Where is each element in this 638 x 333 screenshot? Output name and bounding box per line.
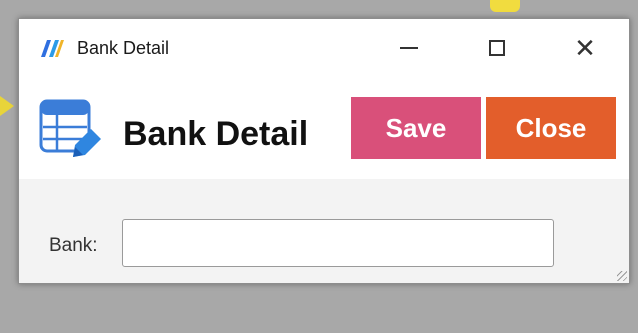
background-arrow — [0, 96, 14, 116]
background-shape — [490, 0, 520, 12]
bank-detail-window: Bank Detail ✕ Bank Detail Save Close Ban… — [18, 18, 630, 284]
header-bar: Bank Detail Save Close — [19, 77, 629, 179]
title-bar[interactable]: Bank Detail ✕ — [19, 19, 629, 77]
minimize-button[interactable] — [389, 31, 429, 65]
resize-grip[interactable] — [617, 271, 627, 281]
table-edit-icon — [39, 99, 101, 157]
maximize-icon — [489, 40, 505, 56]
page-title: Bank Detail — [123, 115, 309, 153]
save-button[interactable]: Save — [351, 97, 481, 159]
form-area: Bank: — [19, 179, 629, 283]
bank-input[interactable] — [122, 219, 554, 267]
minimize-icon — [400, 47, 418, 49]
app-logo-icon — [41, 40, 64, 57]
close-icon: ✕ — [574, 33, 596, 63]
bank-label: Bank: — [49, 235, 98, 256]
maximize-button[interactable] — [477, 31, 517, 65]
close-button[interactable]: Close — [486, 97, 616, 159]
window-title: Bank Detail — [77, 38, 170, 58]
close-window-button[interactable]: ✕ — [565, 31, 605, 65]
